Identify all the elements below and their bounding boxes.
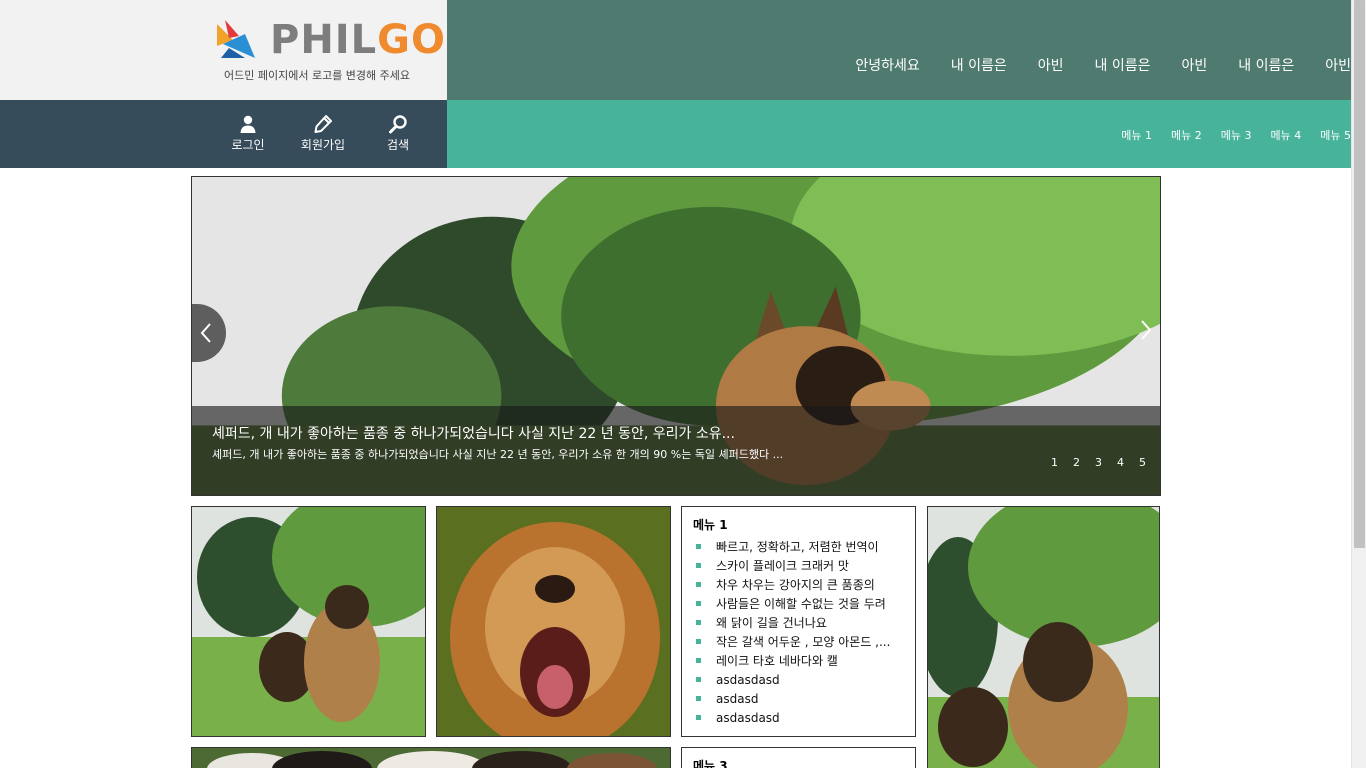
page-scrollbar[interactable] — [1351, 0, 1366, 768]
slide-caption-title[interactable]: 셰퍼드, 개 내가 좋아하는 품종 중 하나가되었습니다 사실 지난 22 년 … — [212, 423, 972, 443]
scrollbar-thumb[interactable] — [1354, 0, 1365, 548]
slide-page-4[interactable]: 4 — [1117, 456, 1124, 469]
image-slider[interactable]: 셰퍼드, 개 내가 좋아하는 품종 중 하나가되었습니다 사실 지난 22 년 … — [191, 176, 1161, 496]
top-nav-item-7[interactable]: 아빈 — [1325, 55, 1351, 75]
photo-tile-golden[interactable] — [436, 506, 671, 737]
photo-shepherds-tall — [928, 507, 1159, 768]
slide-page-3[interactable]: 3 — [1095, 456, 1102, 469]
slide-page-2[interactable]: 2 — [1073, 456, 1080, 469]
photo-shepherds — [192, 507, 425, 736]
search-label: 검색 — [386, 138, 410, 152]
menu-box-3: 메뉴 3 — [681, 747, 916, 768]
sub-nav-item-2[interactable]: 메뉴 2 — [1171, 127, 1202, 143]
top-nav-item-3[interactable]: 아빈 — [1038, 55, 1064, 75]
user-icon — [240, 115, 256, 133]
menu-box-1: 메뉴 1 빠르고, 정확하고, 저렴한 번역이 스카이 플레이크 크래커 맛 차… — [681, 506, 916, 737]
logo-text-go: GO — [377, 17, 447, 63]
top-nav-item-4[interactable]: 내 이름은 — [1095, 55, 1151, 75]
photo-wide — [192, 748, 670, 768]
menu-box-1-item[interactable]: asdasdasd — [696, 671, 890, 690]
logo-subtitle: 어드민 페이지에서 로고를 변경해 주세요 — [224, 69, 411, 82]
pencil-icon — [314, 115, 332, 133]
menu-box-1-item[interactable]: 빠르고, 정확하고, 저렴한 번역이 — [696, 538, 890, 557]
slide-pager: 1 2 3 4 5 — [1036, 456, 1146, 469]
register-label: 회원가입 — [300, 138, 346, 152]
menu-box-1-item[interactable]: asdasdasd — [696, 709, 890, 728]
top-nav: 안녕하세요 내 이름은 아빈 내 이름은 아빈 내 이름은 아빈 — [447, 0, 1351, 100]
sub-nav-item-3[interactable]: 메뉴 3 — [1221, 127, 1252, 143]
register-button[interactable]: 회원가입 — [296, 114, 350, 153]
menu-box-1-item[interactable]: 작은 갈색 어두운 , 모양 아몬드 ,... — [696, 633, 890, 652]
slide-caption: 셰퍼드, 개 내가 좋아하는 품종 중 하나가되었습니다 사실 지난 22 년 … — [192, 406, 1160, 495]
slide-caption-body: 셰퍼드, 개 내가 좋아하는 품종 중 하나가되었습니다 사실 지난 22 년 … — [212, 448, 784, 461]
top-nav-item-5[interactable]: 아빈 — [1181, 55, 1207, 75]
photo-tile-wide[interactable] — [191, 747, 671, 768]
menu-box-1-title: 메뉴 1 — [693, 518, 728, 532]
photo-golden — [437, 507, 670, 736]
photo-tile-shepherds[interactable] — [191, 506, 426, 737]
logo-area: PHILGO 어드민 페이지에서 로고를 변경해 주세요 — [0, 0, 447, 100]
slide-next-button[interactable] — [1140, 320, 1152, 344]
top-nav-item-2[interactable]: 내 이름은 — [951, 55, 1007, 75]
menu-box-1-item[interactable]: 레이크 타호 네바다와 캘 — [696, 652, 890, 671]
sub-nav-item-4[interactable]: 메뉴 4 — [1271, 127, 1302, 143]
sub-nav-item-1[interactable]: 메뉴 1 — [1121, 127, 1152, 143]
menu-box-1-item[interactable]: 차우 차우는 강아지의 큰 품종의 — [696, 576, 890, 595]
top-nav-item-1[interactable]: 안녕하세요 — [855, 55, 919, 75]
sub-nav-item-5[interactable]: 메뉴 5 — [1320, 127, 1351, 143]
page: PHILGO 어드민 페이지에서 로고를 변경해 주세요 안녕하세요 내 이름은… — [0, 0, 1366, 768]
search-icon — [389, 115, 407, 134]
photo-tile-shepherds-tall[interactable] — [927, 506, 1160, 768]
slide-page-1[interactable]: 1 — [1051, 456, 1058, 469]
sub-nav: 메뉴 1 메뉴 2 메뉴 3 메뉴 4 메뉴 5 — [447, 100, 1351, 168]
menu-box-1-item[interactable]: 사람들은 이해할 수없는 것을 두려 — [696, 595, 890, 614]
slide-page-5[interactable]: 5 — [1139, 456, 1146, 469]
login-button[interactable]: 로그인 — [228, 114, 268, 153]
logo-mark-icon[interactable] — [215, 18, 255, 60]
chevron-right-icon — [1141, 320, 1152, 340]
logo-text-phil: PHIL — [270, 17, 378, 63]
menu-box-1-item[interactable]: asdasd — [696, 690, 890, 709]
menu-box-3-title: 메뉴 3 — [693, 759, 728, 768]
chevron-left-icon — [200, 323, 211, 343]
top-nav-item-6[interactable]: 내 이름은 — [1238, 55, 1294, 75]
login-label: 로그인 — [231, 138, 265, 152]
menu-box-1-item[interactable]: 스카이 플레이크 크래커 맛 — [696, 557, 890, 576]
logo-text[interactable]: PHILGO — [270, 18, 446, 62]
menu-box-1-item[interactable]: 왜 닭이 길을 건너나요 — [696, 614, 890, 633]
search-button[interactable]: 검색 — [380, 114, 416, 153]
